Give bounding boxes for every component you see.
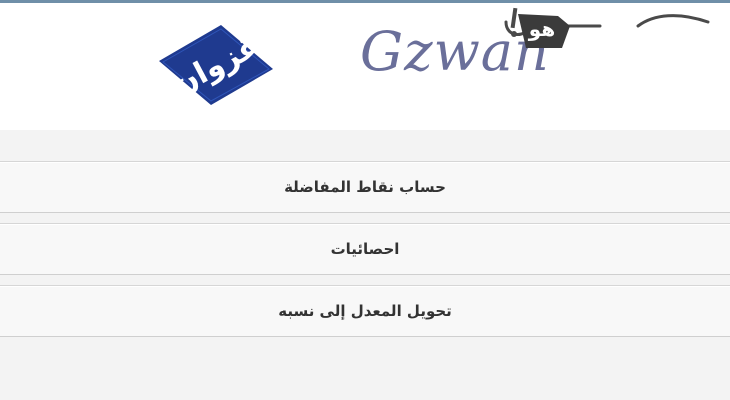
menu-item-gpa-to-percentage[interactable]: تحويل المعدل إلى نسبه bbox=[0, 285, 730, 337]
main-menu: حساب نقاط المفاضلة احصائيات تحويل المعدل… bbox=[0, 130, 730, 400]
watermark-logo: هو bbox=[504, 7, 710, 48]
menu-item-label: تحويل المعدل إلى نسبه bbox=[278, 302, 452, 320]
menu-item-label: حساب نقاط المفاضلة bbox=[284, 178, 446, 196]
menu-item-statistics[interactable]: احصائيات bbox=[0, 223, 730, 275]
menu-item-preference-points[interactable]: حساب نقاط المفاضلة bbox=[0, 161, 730, 213]
menu-item-label: احصائيات bbox=[330, 240, 400, 258]
gzwan-logo-icon: غزوان bbox=[159, 25, 273, 105]
watermark-text: هو bbox=[528, 17, 555, 41]
